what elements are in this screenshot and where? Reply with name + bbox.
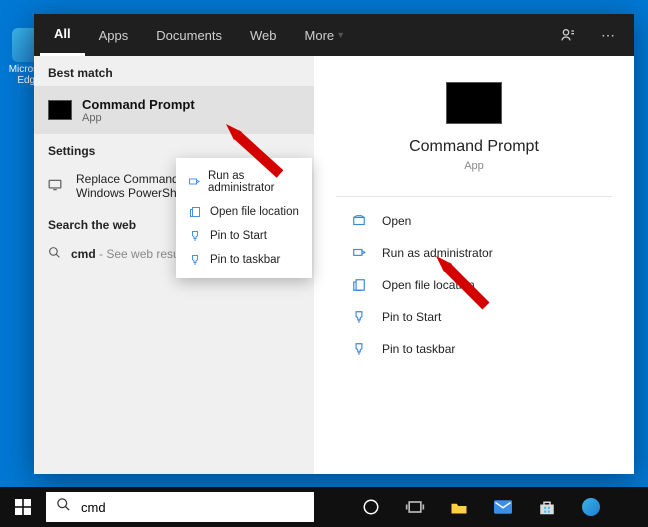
section-best-match: Best match [34, 56, 314, 86]
action-open-label: Open [382, 214, 411, 228]
store-icon[interactable] [535, 495, 559, 519]
app-subtitle: App [314, 160, 634, 172]
feedback-icon[interactable] [548, 14, 588, 56]
app-title: Command Prompt [314, 138, 634, 156]
shield-icon [186, 176, 202, 188]
shield-icon [348, 246, 370, 260]
action-pin-taskbar-label: Pin to taskbar [382, 342, 455, 356]
best-match-sub: App [82, 112, 195, 124]
taskbar-icons [314, 495, 648, 519]
ctx-pin-taskbar-label: Pin to taskbar [210, 254, 280, 266]
pin-taskbar-icon [186, 254, 204, 266]
web-query: cmd [71, 247, 96, 261]
cmd-icon [48, 100, 72, 120]
start-button[interactable] [0, 487, 46, 527]
ellipsis-icon[interactable]: ⋯ [588, 14, 628, 56]
annotation-arrow [220, 118, 290, 188]
tab-apps[interactable]: Apps [85, 14, 143, 56]
tabs-bar: All Apps Documents Web More▾ ⋯ [34, 14, 634, 56]
panel-body: Best match Command Prompt App Settings R… [34, 56, 634, 474]
folder-icon [186, 206, 204, 218]
action-pin-taskbar[interactable]: Pin to taskbar [344, 333, 604, 365]
search-icon [48, 246, 61, 262]
edge-icon[interactable] [579, 495, 603, 519]
best-match-text: Command Prompt App [82, 97, 195, 124]
tab-more[interactable]: More▾ [291, 14, 358, 56]
chevron-down-icon: ▾ [338, 30, 343, 41]
annotation-arrow [430, 250, 500, 320]
ctx-open-location[interactable]: Open file location [176, 200, 312, 224]
task-view-icon[interactable] [403, 495, 427, 519]
monitor-icon [48, 179, 66, 194]
best-match-title: Command Prompt [82, 97, 195, 112]
tab-documents[interactable]: Documents [142, 14, 236, 56]
ctx-pin-start-label: Pin to Start [210, 230, 267, 242]
open-icon [348, 214, 370, 228]
pin-start-icon [186, 230, 204, 242]
ctx-open-location-label: Open file location [210, 206, 299, 218]
app-thumbnail [446, 82, 502, 124]
cortana-icon[interactable] [359, 495, 383, 519]
taskbar-search[interactable] [46, 492, 314, 522]
tab-web[interactable]: Web [236, 14, 291, 56]
pin-start-icon [348, 310, 370, 324]
folder-icon [348, 278, 370, 292]
mail-icon[interactable] [491, 495, 515, 519]
search-panel: All Apps Documents Web More▾ ⋯ Best matc… [34, 14, 634, 474]
explorer-icon[interactable] [447, 495, 471, 519]
search-icon [56, 497, 71, 517]
tab-more-label: More [305, 28, 335, 43]
action-open[interactable]: Open [344, 205, 604, 237]
pin-taskbar-icon [348, 342, 370, 356]
tab-all[interactable]: All [40, 14, 85, 56]
ctx-pin-taskbar[interactable]: Pin to taskbar [176, 248, 312, 272]
ctx-pin-start[interactable]: Pin to Start [176, 224, 312, 248]
search-input[interactable] [81, 500, 314, 515]
taskbar [0, 487, 648, 527]
